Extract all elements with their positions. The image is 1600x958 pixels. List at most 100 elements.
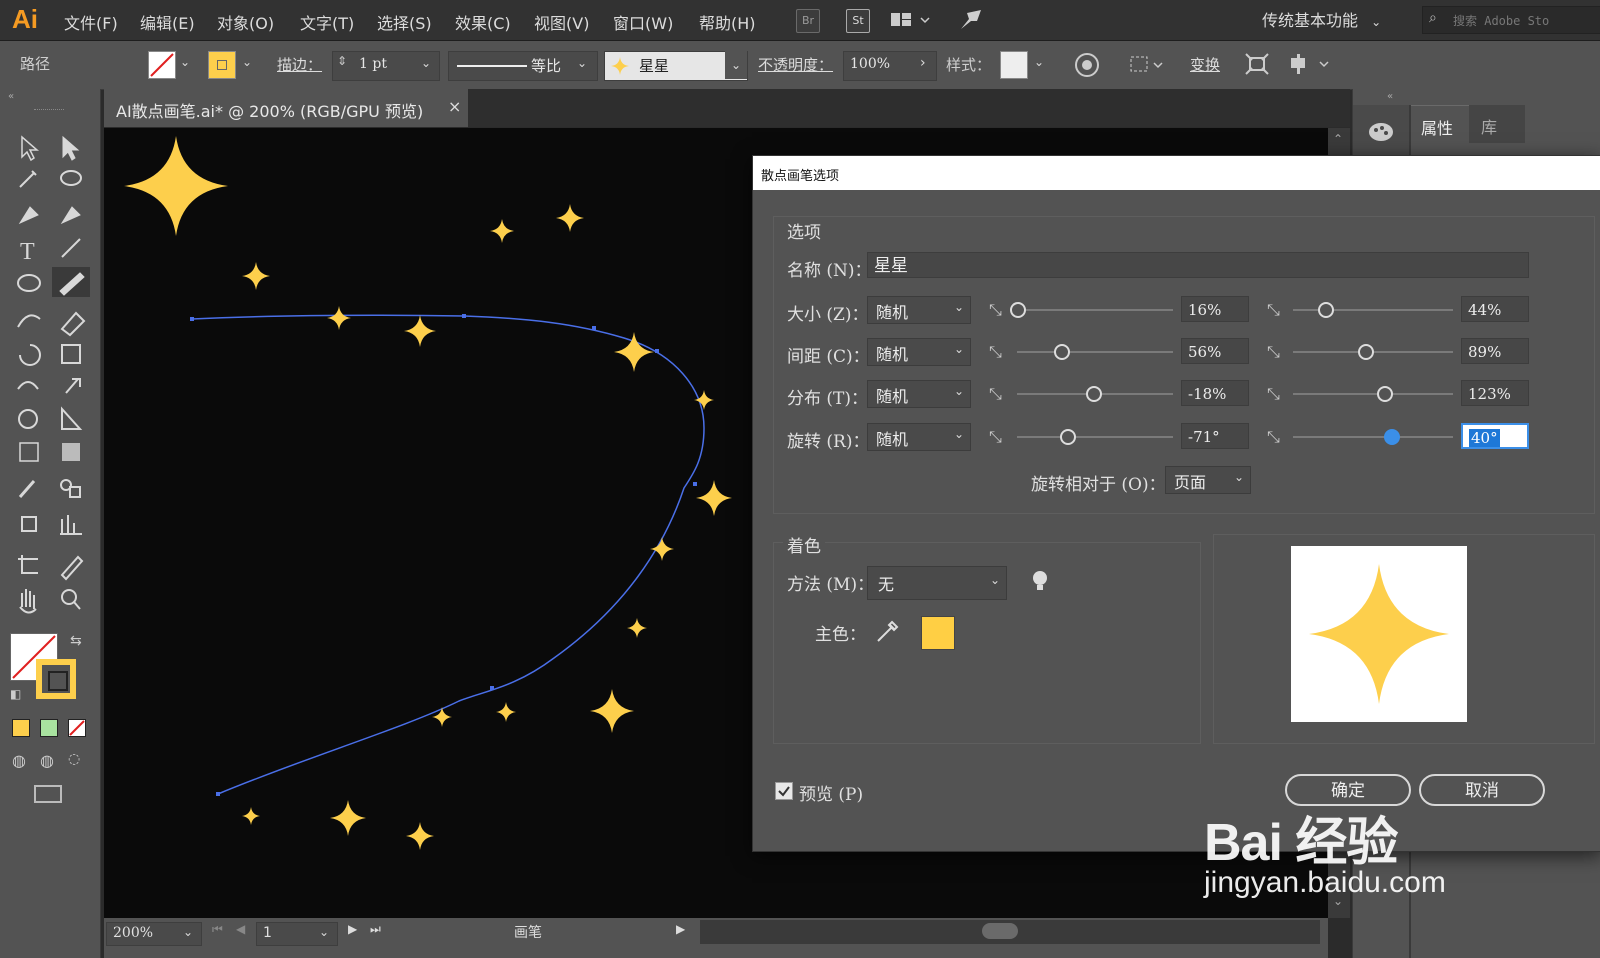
menu-view[interactable]: 视图(V) [534,10,589,34]
stroke-color-swatch[interactable] [208,51,236,79]
pressure-icon[interactable]: ⤡ [1267,427,1280,447]
size-min-knob[interactable] [1010,302,1026,318]
tab-properties[interactable]: 属性 [1411,105,1469,144]
method-select[interactable]: 无 ⌄ [867,566,1007,600]
pressure-icon[interactable]: ⤡ [989,300,1002,320]
pressure-icon[interactable]: ⤡ [989,384,1002,404]
spacing-min-field[interactable]: 56% [1181,338,1249,364]
fill-none-swatch[interactable] [148,51,176,79]
menu-help[interactable]: 帮助(H) [699,10,756,34]
transform-label[interactable]: 变换 [1190,54,1220,75]
swap-fill-stroke-icon[interactable]: ⇆ [70,633,82,649]
workspace-switcher[interactable]: 传统基本功能 ⌄ [1262,7,1381,31]
pressure-icon[interactable]: ⤡ [989,427,1002,447]
panel-grip[interactable] [34,109,64,112]
spacing-max-knob[interactable] [1358,344,1374,360]
bridge-icon[interactable]: Br [796,9,820,33]
recolor-artwork-icon[interactable] [1074,52,1100,82]
menu-effect[interactable]: 效果(C) [455,10,511,34]
tab-libraries[interactable]: 库 [1469,105,1525,143]
arrange-menu-icon[interactable] [1288,52,1334,82]
search-stock-field[interactable]: ⌕ 搜索 Adobe Sto [1422,6,1600,34]
scatter-max-field[interactable]: 123% [1461,380,1529,406]
arrange-documents-icon[interactable] [890,10,930,30]
chevron-down-icon[interactable]: ⌄ [242,55,252,69]
stroke-swatch-large[interactable] [36,659,76,699]
brush-name-field[interactable]: 星星 [867,252,1529,278]
scroll-up-icon[interactable]: ⌃ [1333,132,1343,146]
palette-icon[interactable] [1367,119,1395,145]
anchor-points[interactable] [190,314,697,796]
menu-window[interactable]: 窗口(W) [613,10,673,34]
chevron-right-icon[interactable]: › [920,55,926,71]
opacity-label[interactable]: 不透明度： [758,54,833,75]
pressure-icon[interactable]: ⤡ [1267,384,1280,404]
gpu-performance-icon[interactable] [957,7,985,37]
preview-checkbox[interactable] [775,782,793,800]
pressure-icon[interactable]: ⤡ [1267,300,1280,320]
menu-type[interactable]: 文字(T) [300,10,354,34]
rotation-max-knob[interactable] [1383,429,1400,445]
menu-file[interactable]: 文件(F) [64,10,118,34]
rotation-mode-select[interactable]: 随机 ⌄ [867,423,971,451]
size-max-field[interactable]: 44% [1461,296,1529,322]
menu-edit[interactable]: 编辑(E) [140,10,195,34]
size-min-slider[interactable] [1017,309,1173,311]
align-icon[interactable] [1128,53,1164,81]
rotation-max-field[interactable]: 40° [1461,423,1529,449]
screen-mode-icon[interactable] [34,785,62,803]
scatter-max-slider[interactable] [1293,393,1453,395]
last-artboard-icon[interactable]: ⏭ [370,922,381,937]
brush-path[interactable] [191,314,705,795]
chevron-down-icon[interactable]: ⌄ [180,55,190,69]
size-mode-select[interactable]: 随机 ⌄ [867,296,971,324]
rotation-relative-select[interactable]: 页面 ⌄ [1165,466,1251,494]
draw-normal-icon[interactable]: ◍ [12,751,26,770]
opacity-field[interactable]: 100% › [843,51,937,81]
close-tab-icon[interactable]: × [448,97,461,116]
rotation-min-field[interactable]: -71° [1181,423,1249,449]
zoom-level-field[interactable]: 200% ⌄ [106,922,202,946]
previous-artboard-icon[interactable]: ◀ [236,922,245,936]
document-tab[interactable]: AI散点画笔.ai* @ 200% (RGB/GPU 预览) × [104,89,468,127]
draw-inside-icon[interactable]: ◌ [68,751,80,767]
chevron-down-icon[interactable]: ⌄ [1034,55,1044,69]
menu-select[interactable]: 选择(S) [377,10,432,34]
brush-definition-dropdown[interactable]: 星星 ⌄ [604,51,748,81]
stock-icon[interactable]: St [846,9,870,33]
horizontal-scrollbar[interactable] [700,920,1320,944]
spacing-min-slider[interactable] [1017,351,1173,353]
collapse-panel-icon[interactable]: « [8,91,14,102]
scatter-mode-select[interactable]: 随机 ⌄ [867,380,971,408]
chevron-down-icon[interactable]: ⌄ [421,56,431,70]
rotation-min-knob[interactable] [1059,429,1076,445]
tips-lightbulb-icon[interactable] [1031,570,1049,594]
rotation-max-slider[interactable] [1293,436,1453,438]
tool-icons[interactable]: T [0,123,100,803]
scroll-thumb[interactable] [982,923,1018,939]
first-artboard-icon[interactable]: ⏮ [212,922,223,937]
spacing-mode-select[interactable]: 随机 ⌄ [867,338,971,366]
size-min-field[interactable]: 16% [1181,296,1249,322]
menu-object[interactable]: 对象(O) [217,10,274,34]
collapse-panel-icon[interactable]: « [1387,91,1393,102]
graphic-style-swatch[interactable] [1000,51,1028,79]
next-artboard-icon[interactable]: ▶ [348,922,357,936]
spacing-min-knob[interactable] [1053,344,1070,360]
status-menu-icon[interactable]: ▶ [676,922,685,936]
artboard-number-field[interactable]: 1 ⌄ [256,922,338,946]
size-max-knob[interactable] [1318,302,1334,318]
size-max-slider[interactable] [1293,309,1453,311]
dialog-title-bar[interactable]: 散点画笔选项 [753,156,1600,190]
none-mode-icon[interactable] [68,719,86,737]
cancel-button[interactable]: 取消 [1419,774,1545,806]
spacing-max-field[interactable]: 89% [1461,338,1529,364]
scatter-min-field[interactable]: -18% [1181,380,1249,406]
pressure-icon[interactable]: ⤡ [1267,342,1280,362]
stroke-label[interactable]: 描边： [277,54,322,75]
rotation-min-slider[interactable] [1017,436,1173,438]
gradient-mode-icon[interactable] [40,719,58,737]
draw-behind-icon[interactable]: ◍ [40,751,54,770]
isolate-object-icon[interactable] [1244,52,1272,82]
key-color-swatch[interactable] [921,616,955,650]
